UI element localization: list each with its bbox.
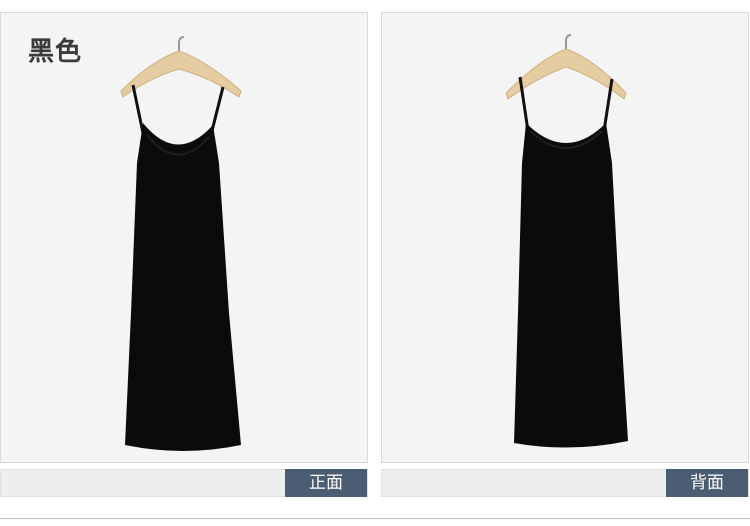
front-dress-image bbox=[120, 36, 242, 451]
back-dress-image bbox=[505, 34, 628, 448]
product-photo-back bbox=[381, 12, 749, 463]
color-title: 黑色 bbox=[28, 37, 83, 67]
hanger-icon bbox=[505, 34, 627, 100]
back-view-label: 背面 bbox=[666, 469, 748, 497]
caption-bar-back: 背面 bbox=[381, 469, 749, 497]
front-view-label: 正面 bbox=[285, 469, 367, 497]
product-photo-front: 黑色 bbox=[0, 12, 368, 463]
divider-line bbox=[0, 518, 750, 519]
caption-bar-front: 正面 bbox=[0, 469, 368, 497]
